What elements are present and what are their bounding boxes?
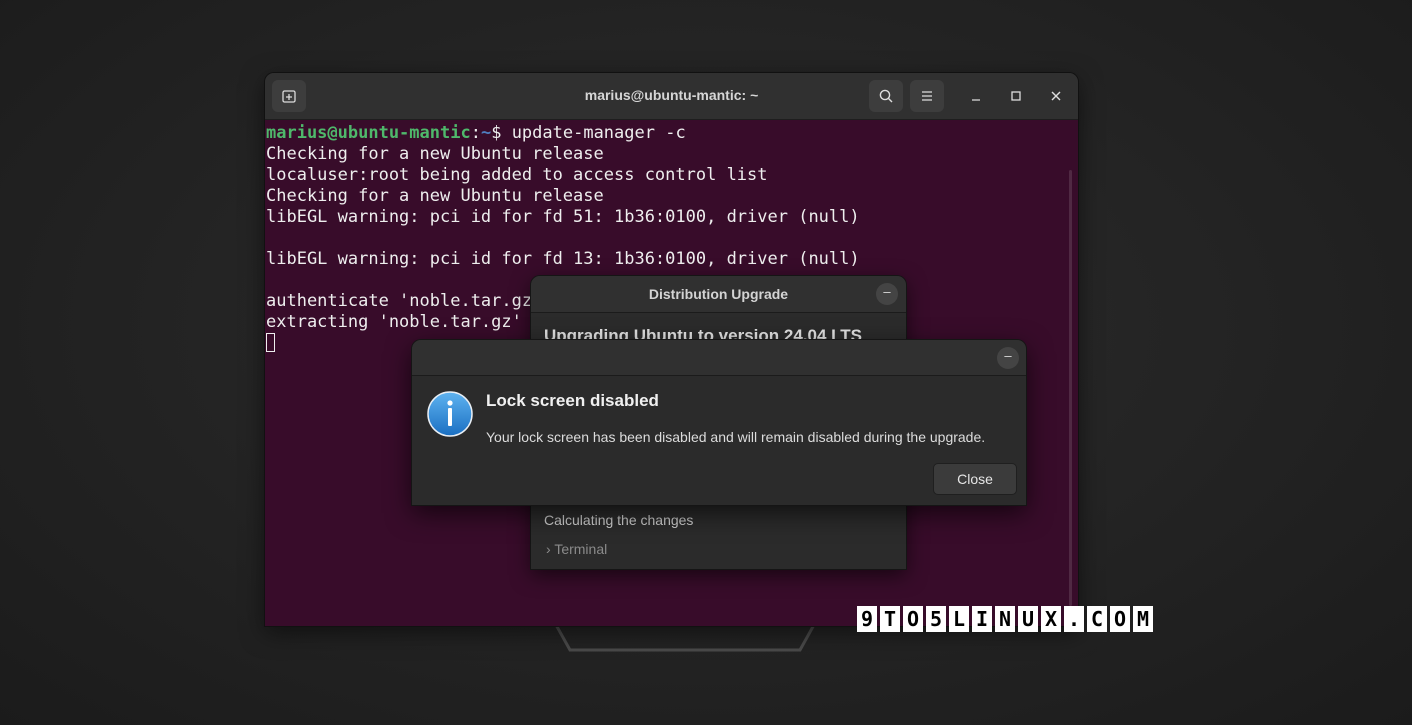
output-line: libEGL warning: pci id for fd 13: 1b36:0… [266, 249, 860, 269]
prompt-line: marius@ubuntu-mantic:~$ update-manager -… [266, 123, 1078, 144]
command-text: update-manager -c [511, 123, 686, 143]
dialog-message: Your lock screen has been disabled and w… [486, 429, 986, 445]
terminal-expander[interactable]: › Terminal [546, 541, 607, 557]
output-line: Checking for a new Ubuntu release [266, 186, 604, 206]
menu-button[interactable] [910, 80, 944, 112]
terminal-header: marius@ubuntu-mantic: ~ [265, 73, 1078, 120]
dialog-title: Lock screen disabled [486, 391, 659, 410]
prompt-symbol: $ [491, 123, 512, 143]
dialog-header: – [412, 340, 1026, 376]
close-window-button[interactable] [1039, 80, 1073, 112]
maximize-icon [1011, 91, 1021, 101]
lock-screen-dialog: – Lock screen disabled Your lock screen … [412, 340, 1026, 505]
upgrade-status: Calculating the changes [544, 512, 694, 528]
maximize-button[interactable] [999, 80, 1033, 112]
search-icon [879, 89, 893, 103]
text-cursor [266, 333, 275, 352]
output-line: localuser:root being added to access con… [266, 165, 768, 185]
terminal-scrollbar[interactable] [1069, 170, 1072, 606]
hamburger-menu-icon [922, 91, 932, 101]
upgrade-title: Distribution Upgrade [648, 286, 789, 302]
minimize-button[interactable] [959, 80, 993, 112]
info-icon [427, 391, 473, 437]
search-button[interactable] [869, 80, 903, 112]
close-icon [1051, 91, 1061, 101]
close-button[interactable]: Close [933, 463, 1017, 495]
upgrade-minimize-button[interactable]: – [876, 283, 898, 305]
prompt-path: ~ [480, 123, 492, 143]
output-line: libEGL warning: pci id for fd 51: 1b36:0… [266, 207, 860, 227]
terminal-expander-label: Terminal [554, 541, 608, 557]
minimize-icon: – [1004, 348, 1012, 363]
minimize-icon: – [883, 284, 891, 299]
terminal-title: marius@ubuntu-mantic: ~ [584, 87, 759, 103]
output-line: Checking for a new Ubuntu release [266, 144, 604, 164]
dialog-minimize-button[interactable]: – [997, 347, 1019, 369]
upgrade-header: Distribution Upgrade – [531, 276, 906, 313]
watermark-logo: 9 T O 5 L I N U X . C O M [857, 606, 1153, 632]
prompt-user: marius@ubuntu-mantic [266, 123, 471, 143]
chevron-right-icon: › [546, 541, 551, 557]
minimize-icon [972, 99, 980, 101]
prompt-separator: : [470, 123, 481, 143]
